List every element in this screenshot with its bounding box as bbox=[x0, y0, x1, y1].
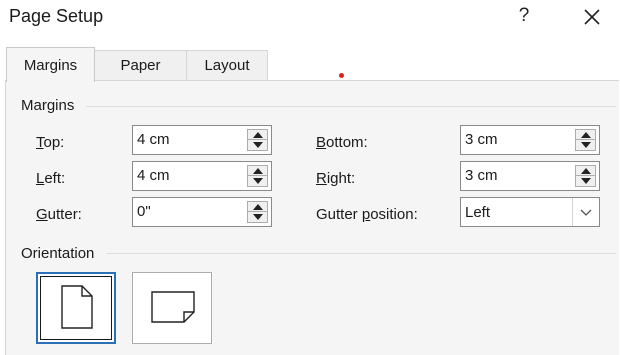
title-bar: Page Setup ? bbox=[0, 0, 620, 34]
portrait-button[interactable] bbox=[36, 272, 116, 344]
left-margin-stepper bbox=[247, 165, 268, 187]
bottom-decrement-button[interactable] bbox=[575, 140, 596, 151]
gutter-spinbox[interactable]: 0" bbox=[132, 197, 272, 227]
top-margin-value[interactable]: 4 cm bbox=[137, 131, 170, 148]
right-margin-spinbox[interactable]: 3 cm bbox=[460, 161, 600, 191]
top-margin-spinbox[interactable]: 4 cm bbox=[132, 125, 272, 155]
tab-paper[interactable]: Paper bbox=[94, 50, 187, 80]
indicator-dot bbox=[339, 73, 344, 78]
arrow-down-icon bbox=[581, 178, 591, 184]
left-increment-button[interactable] bbox=[247, 165, 268, 176]
arrow-down-icon bbox=[581, 142, 591, 148]
right-margin-value[interactable]: 3 cm bbox=[465, 167, 498, 184]
chevron-down-icon bbox=[580, 209, 592, 216]
landscape-icon bbox=[151, 291, 195, 323]
left-label: Left: bbox=[36, 170, 66, 187]
top-decrement-button[interactable] bbox=[247, 140, 268, 151]
margins-group-divider bbox=[86, 106, 616, 107]
gutter-position-select[interactable]: Left bbox=[460, 197, 600, 227]
close-icon bbox=[584, 9, 600, 25]
portrait-icon bbox=[61, 285, 93, 329]
bottom-margin-value[interactable]: 3 cm bbox=[465, 131, 498, 148]
gutter-position-label: Gutter position: bbox=[316, 206, 418, 223]
help-button[interactable]: ? bbox=[511, 3, 537, 29]
arrow-down-icon bbox=[253, 214, 263, 220]
top-margin-stepper bbox=[247, 129, 268, 151]
top-increment-button[interactable] bbox=[247, 129, 268, 140]
margins-group-label: Margins bbox=[21, 97, 75, 114]
right-increment-button[interactable] bbox=[575, 165, 596, 176]
arrow-up-icon bbox=[253, 204, 263, 210]
gutter-decrement-button[interactable] bbox=[247, 212, 268, 223]
gutter-increment-button[interactable] bbox=[247, 201, 268, 212]
gutter-label: Gutter: bbox=[36, 206, 82, 223]
right-decrement-button[interactable] bbox=[575, 176, 596, 187]
bottom-margin-stepper bbox=[575, 129, 596, 151]
bottom-label: Bottom: bbox=[316, 134, 368, 151]
tab-layout[interactable]: Layout bbox=[186, 50, 268, 80]
gutter-position-value: Left bbox=[465, 204, 491, 221]
tab-margins[interactable]: Margins bbox=[6, 47, 95, 82]
arrow-down-icon bbox=[253, 142, 263, 148]
gutter-value[interactable]: 0" bbox=[137, 203, 151, 220]
left-margin-value[interactable]: 4 cm bbox=[137, 167, 170, 184]
right-margin-stepper bbox=[575, 165, 596, 187]
arrow-up-icon bbox=[581, 132, 591, 138]
arrow-up-icon bbox=[253, 132, 263, 138]
top-label: Top: bbox=[36, 134, 65, 151]
orientation-group-divider bbox=[107, 253, 616, 254]
bottom-margin-spinbox[interactable]: 3 cm bbox=[460, 125, 600, 155]
left-margin-spinbox[interactable]: 4 cm bbox=[132, 161, 272, 191]
dialog-title: Page Setup bbox=[9, 6, 104, 26]
arrow-down-icon bbox=[253, 178, 263, 184]
gutter-stepper bbox=[247, 201, 268, 223]
gutter-position-dropdown-button[interactable] bbox=[572, 198, 599, 226]
left-decrement-button[interactable] bbox=[247, 176, 268, 187]
arrow-up-icon bbox=[253, 168, 263, 174]
landscape-button[interactable] bbox=[132, 272, 212, 344]
right-label: Right: bbox=[316, 170, 356, 187]
orientation-group-label: Orientation bbox=[21, 245, 95, 262]
bottom-increment-button[interactable] bbox=[575, 129, 596, 140]
close-button[interactable] bbox=[578, 3, 606, 31]
arrow-up-icon bbox=[581, 168, 591, 174]
